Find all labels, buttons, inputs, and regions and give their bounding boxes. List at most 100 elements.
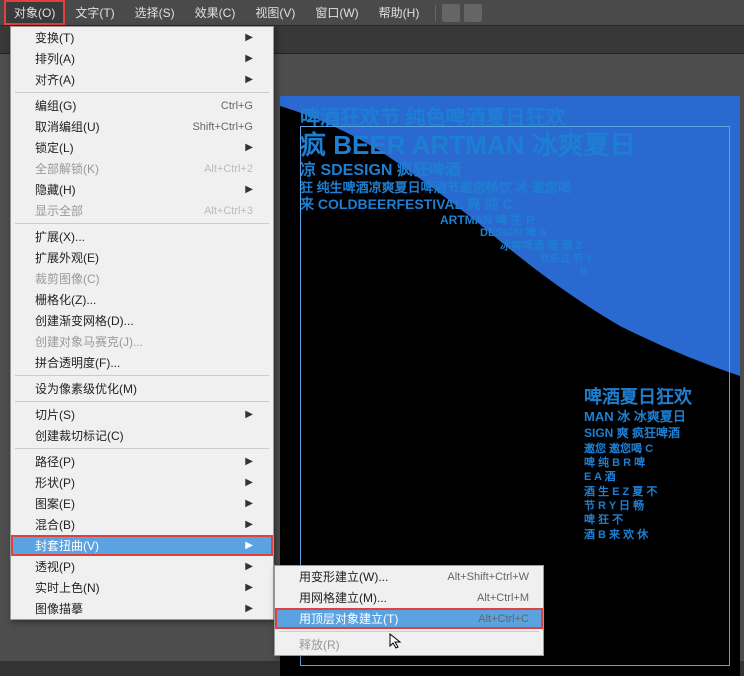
chevron-right-icon: ▶: [245, 540, 253, 551]
menu-item[interactable]: 隐藏(H) ▶: [11, 179, 273, 200]
menu-item-label: 排列(A): [35, 50, 75, 67]
menu-shortcut: Ctrl+G: [221, 100, 253, 112]
chevron-right-icon: ▶: [245, 519, 253, 530]
menu-item-label: 图像描摹: [35, 600, 83, 617]
menu-item-label: 取消编组(U): [35, 118, 100, 135]
menu-item: 裁剪图像(C): [11, 268, 273, 289]
menu-separator: [15, 92, 269, 93]
menu-item[interactable]: 拼合透明度(F)...: [11, 352, 273, 373]
menu-separator: [15, 223, 269, 224]
menu-separator: [15, 401, 269, 402]
menu-item-label: 创建裁切标记(C): [35, 427, 124, 444]
menu-separator: [15, 448, 269, 449]
chevron-right-icon: ▶: [245, 477, 253, 488]
menu-item-label: 栅格化(Z)...: [35, 291, 96, 308]
chevron-right-icon: ▶: [245, 456, 253, 467]
envelope-distort-submenu: 用变形建立(W)... Alt+Shift+Ctrl+W 用网格建立(M)... Al…: [274, 565, 544, 656]
menubar: 对象(O) 文字(T) 选择(S) 效果(C) 视图(V) 窗口(W) 帮助(H…: [0, 0, 744, 26]
menu-window[interactable]: 窗口(W): [305, 0, 368, 25]
menu-item[interactable]: 变换(T)▶: [11, 27, 273, 48]
menu-item-label: 创建对象马赛克(J)...: [35, 333, 143, 350]
menu-item-label: 编组(G): [35, 97, 76, 114]
submenu-item-label: 用顶层对象建立(T): [299, 610, 398, 627]
menu-item-label: 实时上色(N): [35, 579, 100, 596]
menu-item-label: 隐藏(H): [35, 181, 76, 198]
menu-item[interactable]: 扩展(X)...: [11, 226, 273, 247]
menu-item[interactable]: 设为像素级优化(M): [11, 378, 273, 399]
toolbar-icon-1[interactable]: [442, 4, 460, 22]
object-dropdown-menu: 变换(T)▶排列(A)▶对齐(A)▶编组(G)Ctrl+G取消编组(U)Shif…: [10, 26, 274, 620]
menu-item-label: 封套扭曲(V): [35, 537, 99, 554]
menu-item[interactable]: 图像描摹 ▶: [11, 598, 273, 619]
menubar-divider: [435, 5, 436, 21]
menu-shortcut: Alt+Ctrl+2: [204, 163, 253, 175]
chevron-right-icon: ▶: [245, 142, 253, 153]
menu-item-label: 创建渐变网格(D)...: [35, 312, 134, 329]
menu-item-label: 图案(E): [35, 495, 75, 512]
cursor-icon: [388, 632, 406, 655]
menu-item[interactable]: 创建渐变网格(D)...: [11, 310, 273, 331]
menu-item[interactable]: 锁定(L) ▶: [11, 137, 273, 158]
menu-item-label: 形状(P): [35, 474, 75, 491]
menu-item[interactable]: 混合(B) ▶: [11, 514, 273, 535]
menu-item-label: 全部解锁(K): [35, 160, 99, 177]
menu-item-label: 混合(B): [35, 516, 75, 533]
submenu-item-label: 用变形建立(W)...: [299, 568, 388, 585]
menu-item: 创建对象马赛克(J)...: [11, 331, 273, 352]
submenu-shortcut: Alt+Ctrl+C: [478, 613, 529, 625]
menu-item[interactable]: 扩展外观(E): [11, 247, 273, 268]
menu-item[interactable]: 图案(E) ▶: [11, 493, 273, 514]
menu-item-label: 扩展(X)...: [35, 228, 85, 245]
menu-item-label: 路径(P): [35, 453, 75, 470]
chevron-right-icon: ▶: [245, 498, 253, 509]
menu-text[interactable]: 文字(T): [65, 0, 124, 25]
toolbar-icon-2[interactable]: [464, 4, 482, 22]
menu-effect[interactable]: 效果(C): [185, 0, 246, 25]
chevron-right-icon: ▶: [245, 561, 253, 572]
chevron-right-icon: ▶: [245, 409, 253, 420]
menu-help[interactable]: 帮助(H): [369, 0, 430, 25]
chevron-right-icon: ▶: [245, 582, 253, 593]
menu-item-label: 切片(S): [35, 406, 75, 423]
menu-item[interactable]: 排列(A) ▶: [11, 48, 273, 69]
menu-select[interactable]: 选择(S): [125, 0, 185, 25]
menu-item[interactable]: 栅格化(Z)...: [11, 289, 273, 310]
chevron-right-icon: ▶: [245, 74, 253, 85]
menu-item[interactable]: 切片(S) ▶: [11, 404, 273, 425]
chevron-right-icon: ▶: [245, 53, 253, 64]
menu-item[interactable]: 对齐(A) ▶: [11, 69, 273, 90]
submenu-item-label: 用网格建立(M)...: [299, 589, 387, 606]
menu-shortcut: Alt+Ctrl+3: [204, 205, 253, 217]
menu-object[interactable]: 对象(O): [4, 0, 65, 25]
menu-item: 全部解锁(K) Alt+Ctrl+2: [11, 158, 273, 179]
menu-item[interactable]: 创建裁切标记(C): [11, 425, 273, 446]
menu-shortcut: Shift+Ctrl+G: [192, 121, 253, 133]
chevron-right-icon: ▶: [245, 184, 253, 195]
menu-item[interactable]: 编组(G) Ctrl+G: [11, 95, 273, 116]
menu-item-label: 拼合透明度(F)...: [35, 354, 120, 371]
menu-item-label: 变换(T): [35, 29, 74, 46]
menu-item-label: 对齐(A): [35, 71, 75, 88]
menu-item-label: 设为像素级优化(M): [35, 380, 137, 397]
menu-item-label: 显示全部: [35, 202, 83, 219]
submenu-item[interactable]: 用变形建立(W)... Alt+Shift+Ctrl+W: [275, 566, 543, 587]
submenu-item-label: 释放(R): [299, 636, 340, 653]
menu-item[interactable]: 路径(P) ▶: [11, 451, 273, 472]
submenu-shortcut: Alt+Ctrl+M: [477, 592, 529, 604]
menu-item[interactable]: 封套扭曲(V) ▶: [11, 535, 273, 556]
submenu-item: 释放(R): [275, 634, 543, 655]
menubar-icons: [442, 4, 482, 22]
menu-item-label: 扩展外观(E): [35, 249, 99, 266]
menu-item-label: 裁剪图像(C): [35, 270, 100, 287]
menu-item[interactable]: 透视(P)▶: [11, 556, 273, 577]
menu-item[interactable]: 取消编组(U) Shift+Ctrl+G: [11, 116, 273, 137]
submenu-item[interactable]: 用网格建立(M)... Alt+Ctrl+M: [275, 587, 543, 608]
menu-item[interactable]: 形状(P) ▶: [11, 472, 273, 493]
submenu-shortcut: Alt+Shift+Ctrl+W: [447, 571, 529, 583]
menu-view[interactable]: 视图(V): [245, 0, 305, 25]
menu-item-label: 锁定(L): [35, 139, 74, 156]
menu-separator: [279, 631, 539, 632]
menu-item[interactable]: 实时上色(N) ▶: [11, 577, 273, 598]
submenu-item[interactable]: 用顶层对象建立(T) Alt+Ctrl+C: [275, 608, 543, 629]
chevron-right-icon: ▶: [245, 603, 253, 614]
